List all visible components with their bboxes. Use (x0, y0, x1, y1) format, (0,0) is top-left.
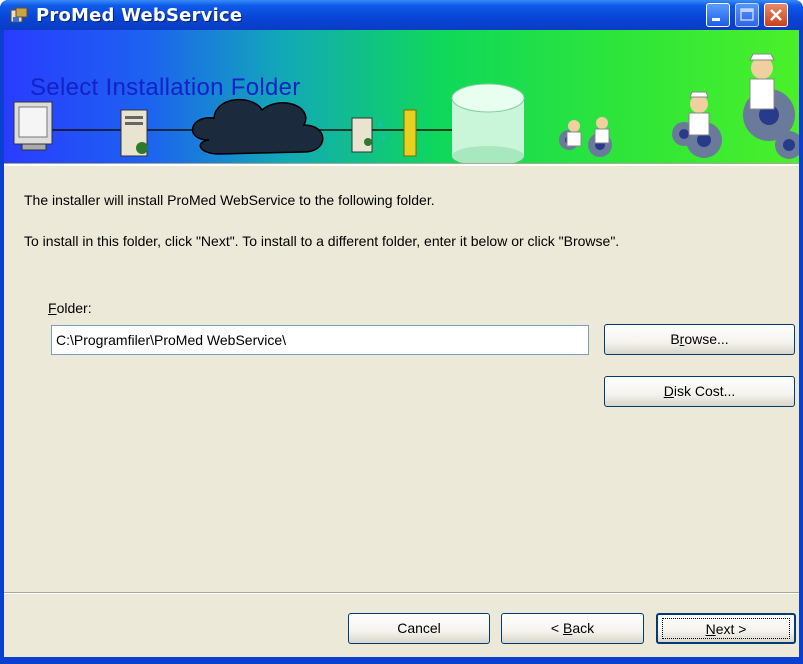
next-label: Next > (706, 621, 747, 637)
banner-divider (4, 163, 799, 166)
next-button[interactable]: Next > (656, 613, 796, 644)
banner-title: Select Installation Folder (30, 74, 301, 101)
title-bar[interactable]: ProMed WebService (0, 0, 803, 30)
window-frame-bottom (0, 657, 803, 664)
installer-window: ProMed WebService •- -• Select Installat… (0, 0, 803, 664)
next-mnemonic: N (705, 621, 716, 637)
back-mnemonic: B (562, 620, 573, 636)
intro-text: The installer will install ProMed WebSer… (24, 192, 435, 208)
folder-label-mnemonic: F (48, 300, 57, 316)
browse-label-post: owse... (684, 331, 729, 347)
disk-cost-mnemonic: D (663, 383, 674, 399)
cancel-button[interactable]: Cancel (348, 613, 490, 644)
disk-cost-label: isk Cost... (673, 383, 736, 399)
browse-label-pre: B (670, 331, 680, 347)
minimize-icon (712, 18, 720, 21)
browse-button[interactable]: Browse... (604, 324, 795, 355)
close-button[interactable] (764, 3, 788, 27)
doctor-gear-icon (743, 53, 799, 159)
close-icon (770, 9, 782, 21)
minimize-button[interactable] (706, 3, 730, 27)
dialog-client-area: •- -• Select Installation Folder The ins… (4, 30, 799, 664)
monitor-icon (13, 101, 53, 151)
back-label-post: ack (572, 620, 595, 636)
footer-divider (4, 592, 799, 594)
server-icon: •- -• (351, 117, 387, 153)
maximize-button[interactable] (735, 3, 759, 27)
maximize-icon (740, 8, 754, 21)
firewall-icon (403, 109, 417, 157)
window-title: ProMed WebService (36, 5, 243, 26)
doctor-gear-icon (672, 91, 722, 158)
disk-cost-button[interactable]: Disk Cost... (604, 376, 795, 407)
next-label-post: ext > (715, 621, 747, 637)
folder-label-text: older: (56, 300, 92, 316)
database-icon (451, 83, 525, 163)
server-icon (120, 109, 148, 157)
back-button[interactable]: < Back (501, 613, 644, 644)
instructions-text: To install in this folder, click "Next".… (24, 233, 620, 249)
cloud-icon (191, 98, 324, 155)
back-label-pre: < (550, 620, 563, 636)
svg-text:-•: -• (378, 133, 387, 143)
svg-text:•-: •- (378, 121, 387, 131)
doctor-gear-icon (559, 117, 612, 157)
header-banner: •- -• Select Installation Folder (4, 30, 799, 163)
folder-label: Folder: (48, 300, 92, 316)
folder-path-input[interactable] (51, 325, 589, 355)
installer-app-icon (10, 7, 28, 24)
